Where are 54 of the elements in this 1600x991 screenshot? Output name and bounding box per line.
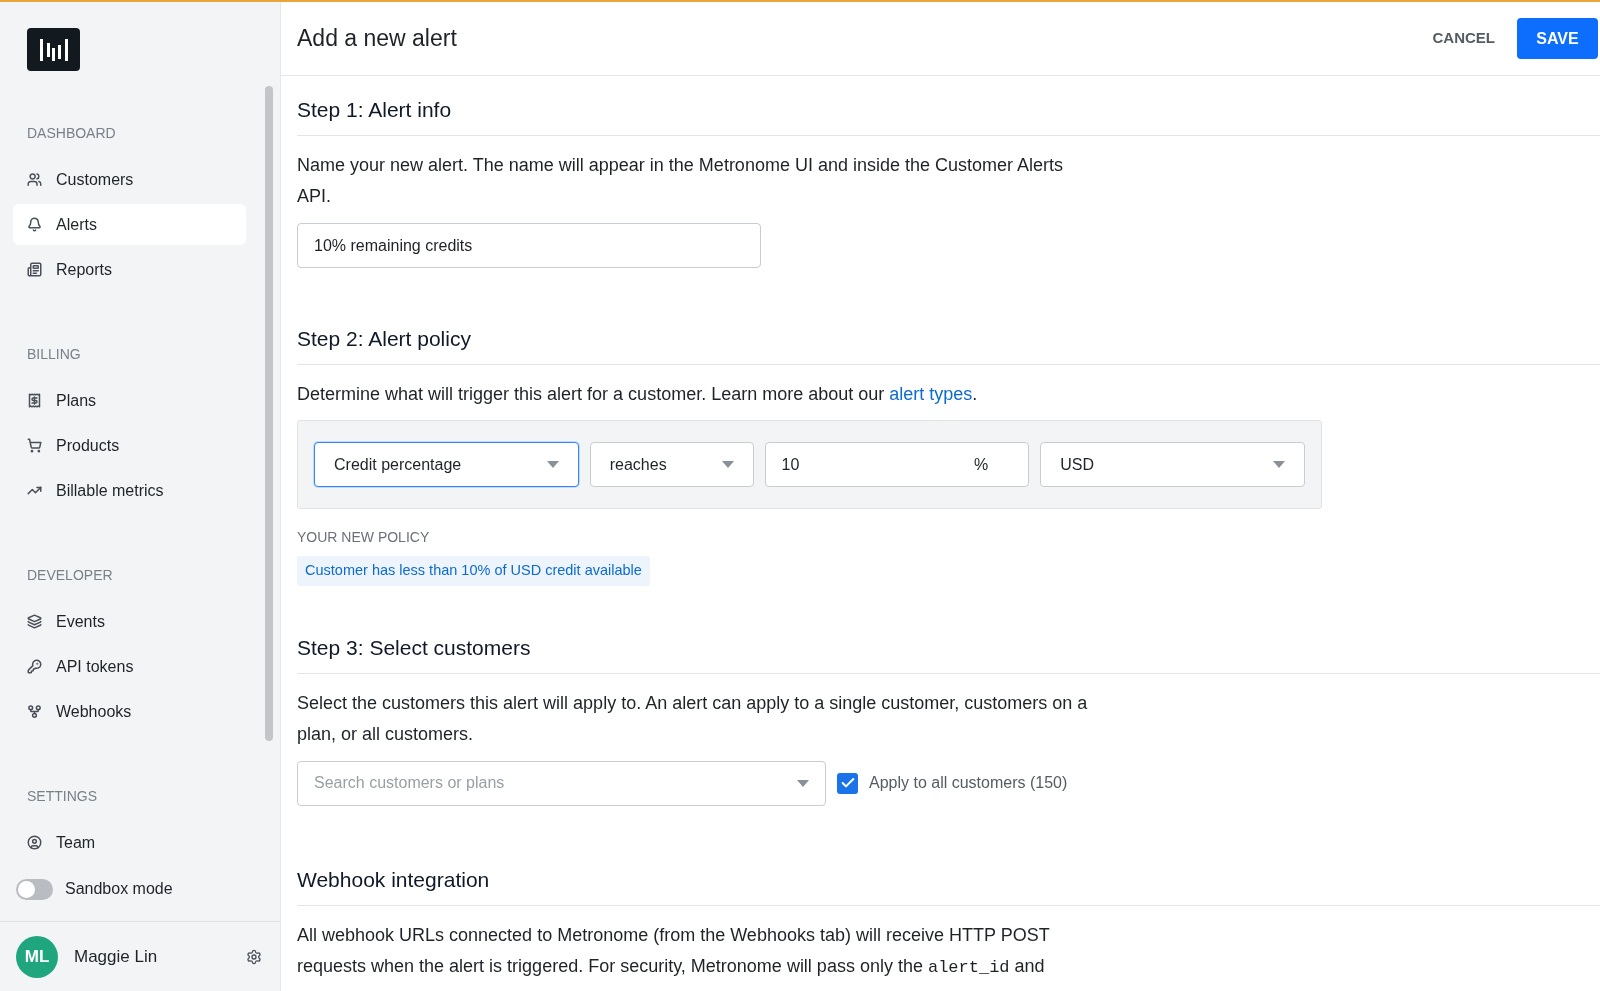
sidebar-item[interactable]: Reports	[13, 249, 246, 290]
sidebar-item[interactable]: Products	[13, 425, 246, 466]
sidebar-item[interactable]: Events	[13, 601, 246, 642]
dropdown[interactable]: Credit percentage	[314, 442, 579, 487]
settings-icon[interactable]	[246, 948, 262, 965]
users-icon	[27, 172, 42, 187]
section-heading: Step 2: Alert policy	[297, 326, 472, 352]
caret-icon	[1273, 461, 1285, 468]
sidebar-item[interactable]: Webhooks	[13, 691, 246, 732]
section-heading: Step 1: Alert info	[297, 97, 453, 123]
sidebar-section-title: BILLING	[27, 345, 82, 364]
sidebar-item[interactable]: Customers	[13, 159, 246, 200]
description: Select the customers this alert will apply to. An alert can apply to a single customer, customers on a plan, or all customers.	[297, 691, 1089, 746]
page-title: Add a new alert	[297, 24, 458, 54]
description: Name your new alert. The name will appear in the Metronome UI and inside the Customer Alerts API.	[297, 154, 1065, 208]
section-heading: Webhook integration	[297, 866, 491, 893]
checkbox[interactable]	[837, 772, 858, 794]
key-icon	[27, 659, 42, 674]
cancel-button[interactable]: CANCEL	[1416, 18, 1511, 59]
caret-icon	[546, 461, 559, 468]
save-button[interactable]: SAVE	[1517, 18, 1598, 59]
toggle-label: Sandbox mode	[65, 879, 173, 899]
sidebar-item[interactable]: Plans	[13, 380, 246, 421]
layers-icon	[27, 614, 42, 629]
description: All webhook URLs connected to Metronome (from the Webhooks tab) will receive HTTP POST requests when the alert is triggered. For security, Metronome will pass only the alert_id and	[297, 923, 1051, 979]
sidebar-item[interactable]: API tokens	[13, 646, 246, 687]
caret-icon	[721, 461, 734, 468]
policy-summary: Customer has less than 10% of USD credit available	[297, 556, 650, 586]
fork-icon	[27, 704, 42, 719]
scrollbar-thumb[interactable]	[265, 86, 273, 741]
receipt-icon	[27, 393, 42, 408]
dropdown[interactable]: reaches	[589, 442, 754, 487]
caret-icon	[797, 779, 809, 787]
dropdown[interactable]: USD	[1040, 442, 1305, 487]
sidebar-item[interactable]: Alerts	[13, 204, 246, 245]
policy-label: YOUR NEW POLICY	[297, 528, 431, 547]
alert-name-field[interactable]: 10% remaining credits	[297, 223, 761, 268]
cart-icon	[27, 438, 42, 453]
sidebar-item[interactable]: Team	[13, 822, 246, 863]
alert-types-link[interactable]: alert types	[889, 384, 973, 404]
sidebar-item[interactable]: Billable metrics	[13, 470, 246, 511]
user-circle-icon	[27, 835, 42, 850]
sidebar-section-title: DEVELOPER	[27, 566, 114, 585]
checkbox-label: Apply to all customers (150)	[869, 773, 1068, 794]
section-heading: Step 3: Select customers	[297, 634, 532, 661]
sidebar-section-title: SETTINGS	[27, 787, 98, 806]
sidebar-section-title: DASHBOARD	[27, 124, 117, 143]
logo-icon[interactable]	[27, 28, 80, 71]
description: Determine what will trigger this alert for a customer. Learn more about our alert types.	[297, 383, 979, 406]
user-name: Maggie Lin	[74, 945, 159, 968]
bell-icon	[27, 217, 42, 232]
newspaper-icon	[27, 262, 42, 277]
toggle-switch[interactable]	[16, 878, 53, 900]
number-field[interactable]: 10 %	[764, 442, 1030, 487]
